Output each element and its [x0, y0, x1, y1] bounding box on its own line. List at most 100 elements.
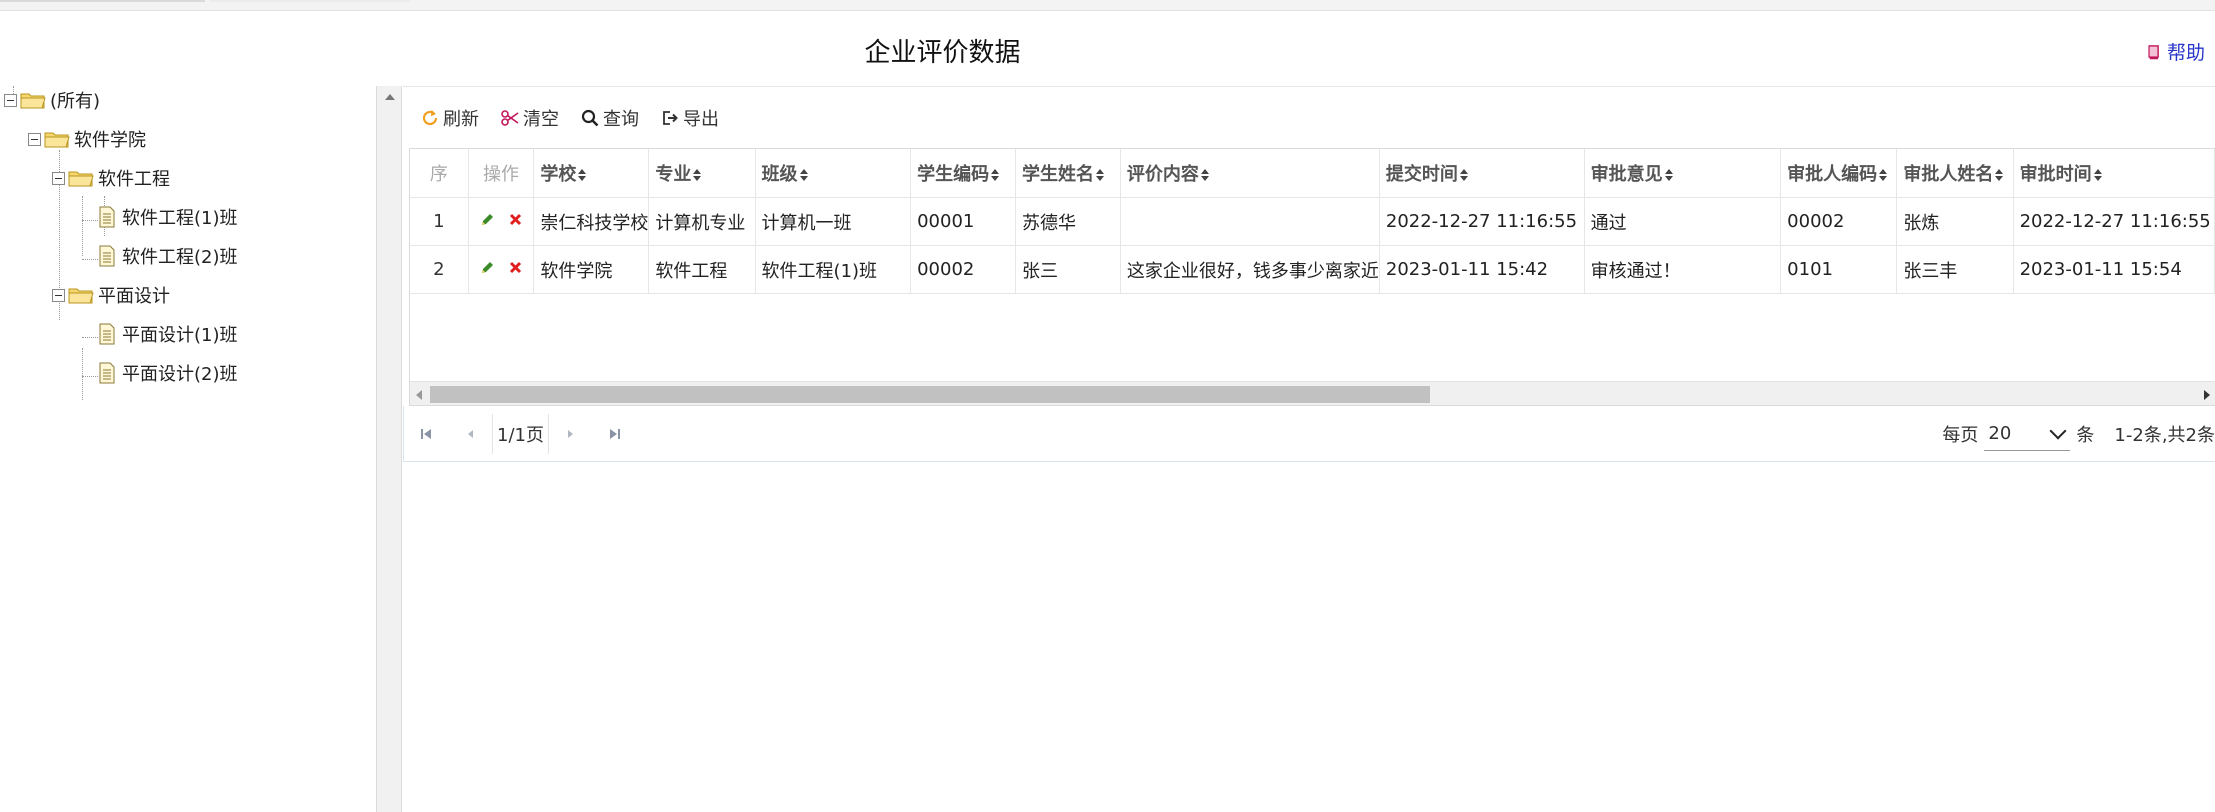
- header-label: 提交时间: [1385, 164, 1458, 185]
- tree-label: 软件学院: [74, 130, 146, 151]
- prev-page-icon: [468, 429, 473, 438]
- scroll-right-icon[interactable]: [2204, 390, 2210, 400]
- cell-opinion: 审核通过！: [1584, 245, 1782, 294]
- folder-open-icon: [68, 171, 94, 187]
- tree-line: [82, 259, 98, 260]
- col-header-approver-code[interactable]: 审批人编码: [1780, 149, 1898, 198]
- table-row[interactable]: 1 崇仁科技学校 计算机专业 计算机一班 00001 苏德华 2022-12-2…: [410, 197, 2215, 246]
- col-header-op: 操作: [468, 149, 535, 198]
- first-page-button[interactable]: [404, 414, 448, 454]
- help-link[interactable]: 帮助: [2146, 38, 2205, 65]
- col-header-submit-time[interactable]: 提交时间: [1379, 149, 1585, 198]
- cell-approver-name: 张三丰: [1896, 245, 2014, 294]
- cell-major: 软件工程: [648, 245, 756, 294]
- tree-scrollbar[interactable]: [376, 86, 402, 812]
- header-label: 审批意见: [1590, 164, 1663, 185]
- cell-approver-name: 张炼: [1896, 197, 2014, 246]
- collapse-icon[interactable]: [28, 132, 41, 146]
- tree-node-root[interactable]: (所有): [4, 86, 100, 114]
- cell-approve-time: 2022-12-27 11:16:55: [2013, 197, 2215, 246]
- clear-button[interactable]: 清空: [501, 105, 559, 131]
- tab-indicator: [0, 0, 205, 2]
- scroll-left-icon[interactable]: [416, 390, 422, 400]
- cell-approve-time: 2023-01-11 15:54: [2013, 245, 2215, 294]
- sort-icon[interactable]: [1095, 169, 1104, 181]
- sort-icon[interactable]: [1879, 169, 1888, 181]
- sort-icon[interactable]: [1459, 169, 1468, 181]
- refresh-icon: [422, 109, 438, 125]
- sort-icon[interactable]: [799, 169, 808, 181]
- edit-icon[interactable]: [480, 260, 495, 275]
- sort-icon[interactable]: [1664, 169, 1673, 181]
- col-header-class[interactable]: 班级: [755, 149, 912, 198]
- export-icon: [663, 110, 678, 125]
- query-button[interactable]: 查询: [581, 105, 639, 131]
- main-panel: 刷新 清空 查询 导出 序 操作 学校 专业 班级 学生编码 学生姓名 评价内容…: [403, 86, 2215, 812]
- col-header-student-name[interactable]: 学生姓名: [1015, 149, 1121, 198]
- prev-page-button[interactable]: [448, 414, 492, 454]
- sort-icon[interactable]: [991, 169, 1000, 181]
- cell-student-code: 00002: [910, 245, 1016, 294]
- tree-node-college[interactable]: 软件学院: [28, 125, 146, 153]
- cell-class: 计算机一班: [755, 197, 912, 246]
- col-header-student-code[interactable]: 学生编码: [910, 149, 1016, 198]
- export-label: 导出: [683, 108, 719, 130]
- tree-node-class-2[interactable]: 软件工程(2)班: [98, 242, 238, 270]
- col-header-school[interactable]: 学校: [533, 149, 650, 198]
- col-header-index: 序: [410, 149, 469, 198]
- tree-node-class-4[interactable]: 平面设计(2)班: [98, 359, 238, 387]
- sort-icon[interactable]: [2093, 169, 2102, 181]
- document-icon: [99, 323, 115, 345]
- collapse-icon[interactable]: [4, 93, 17, 107]
- pagination-right: 每页 20 条 1-2条,共2条: [1942, 406, 2215, 462]
- sort-icon[interactable]: [1995, 169, 2004, 181]
- header-label: 审批时间: [2019, 164, 2092, 185]
- tree-node-major-software[interactable]: 软件工程: [52, 164, 170, 192]
- col-header-content[interactable]: 评价内容: [1120, 149, 1380, 198]
- tree-label: 软件工程(2)班: [122, 247, 238, 268]
- cell-actions: [468, 197, 535, 246]
- tree-line: [82, 348, 83, 400]
- first-page-icon: [421, 428, 431, 439]
- header-label: 审批人编码: [1787, 164, 1878, 185]
- header-label: 学校: [540, 164, 577, 185]
- page-title: 企业评价数据: [864, 38, 1021, 68]
- edit-icon[interactable]: [480, 212, 495, 227]
- pagination-bar: 1/1页 每页 20 条 1-2条,共2条: [403, 406, 2215, 462]
- header-label: 评价内容: [1126, 164, 1199, 185]
- category-tree: (所有) 软件学院 软件工程 软件工程(1)班 软件工程(2)班 平面设计 平面…: [0, 86, 376, 812]
- tree-line: [82, 337, 98, 338]
- delete-icon[interactable]: [509, 261, 522, 274]
- sort-icon[interactable]: [693, 169, 702, 181]
- col-header-major[interactable]: 专业: [648, 149, 756, 198]
- tree-node-class-3[interactable]: 平面设计(1)班: [98, 320, 238, 348]
- document-icon: [99, 362, 115, 384]
- last-page-icon: [609, 428, 620, 439]
- scroll-up-icon[interactable]: [385, 94, 395, 100]
- tree-node-class-1[interactable]: 软件工程(1)班: [98, 203, 238, 231]
- cell-submit-time: 2022-12-27 11:16:55: [1379, 197, 1585, 246]
- delete-icon[interactable]: [509, 213, 522, 226]
- tree-label: 平面设计(2)班: [122, 364, 238, 385]
- sort-icon[interactable]: [1200, 169, 1209, 181]
- sort-icon[interactable]: [578, 169, 587, 181]
- tree-label: 平面设计: [98, 286, 170, 307]
- cell-approver-code: 0101: [1780, 245, 1898, 294]
- table-row[interactable]: 2 软件学院 软件工程 软件工程(1)班 00002 张三 这家企业很好，钱多事…: [410, 245, 2215, 294]
- cell-school: 崇仁科技学校: [533, 197, 650, 246]
- header-label: 专业: [655, 164, 692, 185]
- tree-node-major-design[interactable]: 平面设计: [52, 281, 170, 309]
- collapse-icon[interactable]: [52, 288, 65, 302]
- collapse-icon[interactable]: [52, 171, 65, 185]
- col-header-opinion[interactable]: 审批意见: [1584, 149, 1782, 198]
- next-page-button[interactable]: [549, 414, 593, 454]
- col-header-approve-time[interactable]: 审批时间: [2013, 149, 2215, 198]
- scrollbar-thumb[interactable]: [430, 386, 1430, 403]
- toolbar: 刷新 清空 查询 导出: [403, 86, 2215, 148]
- col-header-approver-name[interactable]: 审批人姓名: [1896, 149, 2014, 198]
- last-page-button[interactable]: [593, 414, 637, 454]
- per-page-select[interactable]: 20: [1984, 417, 2071, 451]
- horizontal-scrollbar[interactable]: [410, 381, 2215, 405]
- refresh-button[interactable]: 刷新: [421, 105, 479, 131]
- export-button[interactable]: 导出: [661, 105, 719, 131]
